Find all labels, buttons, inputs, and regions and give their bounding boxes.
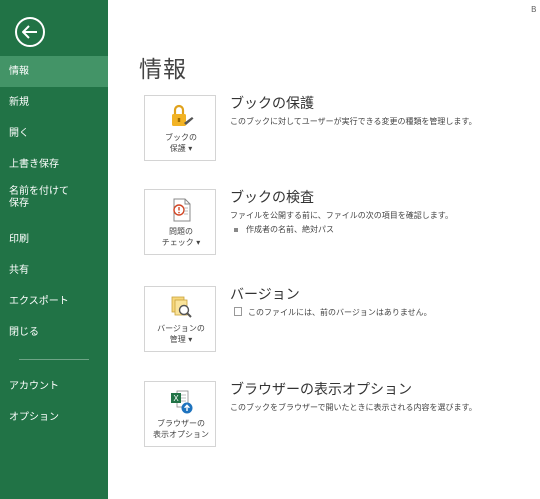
browser-view-line1: ブラウザーの	[157, 419, 205, 428]
inspect-workbook-description: ファイルを公開する前に、ファイルの次の項目を確認します。	[230, 211, 453, 220]
bullet-square-icon	[234, 227, 238, 232]
inspect-document-icon	[173, 198, 191, 222]
browser-view-icon: X	[171, 390, 193, 414]
nav-item-export[interactable]: エクスポート	[0, 286, 108, 317]
protect-workbook-button-line2: 保護 ▾	[169, 144, 193, 153]
manage-versions-button[interactable]: バージョンの 管理 ▾	[144, 286, 216, 352]
versions-description: このファイルには、前のバージョンはありません。	[248, 308, 432, 317]
nav-item-share[interactable]: 共有	[0, 255, 108, 286]
corner-label: B	[531, 5, 537, 14]
nav-item-save-as[interactable]: 名前を付けて 保存	[0, 180, 108, 224]
versions-info-line: このファイルには、前のバージョンはありません。	[230, 307, 530, 318]
nav-item-new[interactable]: 新規	[0, 87, 108, 118]
svg-text:X: X	[173, 394, 179, 403]
back-arrow-icon[interactable]	[15, 17, 45, 47]
manage-versions-line2: 管理 ▾	[169, 335, 193, 344]
inspect-bullet-item: 作成者の名前、絶対パス	[230, 224, 530, 235]
nav-item-save-as-line2: 保存	[9, 198, 29, 209]
browser-view-heading: ブラウザーの表示オプション	[230, 382, 412, 398]
lock-icon	[172, 104, 194, 126]
protect-workbook-heading: ブックの保護	[230, 96, 314, 112]
manage-versions-line1: バージョンの	[157, 324, 205, 333]
check-for-issues-line2: チェック ▾	[161, 238, 201, 247]
page-title: 情報	[139, 57, 187, 83]
browser-view-options-button[interactable]: X ブラウザーの 表示オプション	[144, 381, 216, 447]
versions-icon	[171, 296, 192, 318]
inspect-workbook-text: ブックの検査 ファイルを公開する前に、ファイルの次の項目を確認します。 作成者の…	[230, 189, 530, 235]
check-for-issues-button[interactable]: 問題の チェック ▾	[144, 189, 216, 255]
browser-view-line2: 表示オプション	[153, 430, 209, 439]
protect-workbook-button[interactable]: ブックの 保護 ▾	[144, 95, 216, 161]
nav-item-close[interactable]: 閉じる	[0, 317, 108, 348]
nav-item-info[interactable]: 情報	[0, 56, 108, 87]
browser-view-text: ブラウザーの表示オプション このブックをブラウザーで開いたときに表示される内容を…	[230, 381, 530, 413]
nav-item-account[interactable]: アカウント	[0, 371, 108, 402]
protect-workbook-text: ブックの保護 このブックに対してユーザーが実行できる変更の種類を管理します。	[230, 95, 530, 127]
nav-item-options[interactable]: オプション	[0, 402, 108, 433]
protect-workbook-description: このブックに対してユーザーが実行できる変更の種類を管理します。	[230, 117, 477, 126]
protect-workbook-button-line1: ブックの	[165, 133, 197, 142]
backstage-nav: 情報 新規 開く 上書き保存 名前を付けて 保存 印刷 共有 エクスポート 閉じ…	[0, 56, 108, 433]
document-small-icon	[234, 307, 242, 316]
nav-divider	[19, 359, 89, 360]
check-for-issues-line1: 問題の	[169, 227, 193, 236]
browser-view-description: このブックをブラウザーで開いたときに表示される内容を選びます。	[230, 403, 477, 412]
inspect-bullet-text: 作成者の名前、絶対パス	[246, 225, 334, 234]
nav-item-open[interactable]: 開く	[0, 118, 108, 149]
versions-heading: バージョン	[230, 287, 300, 303]
backstage-sidebar: 情報 新規 開く 上書き保存 名前を付けて 保存 印刷 共有 エクスポート 閉じ…	[0, 0, 108, 499]
nav-item-print[interactable]: 印刷	[0, 224, 108, 255]
versions-text: バージョン このファイルには、前のバージョンはありません。	[230, 286, 530, 318]
inspect-workbook-heading: ブックの検査	[230, 190, 314, 206]
nav-item-save[interactable]: 上書き保存	[0, 149, 108, 180]
nav-item-save-as-line1: 名前を付けて	[9, 186, 69, 197]
